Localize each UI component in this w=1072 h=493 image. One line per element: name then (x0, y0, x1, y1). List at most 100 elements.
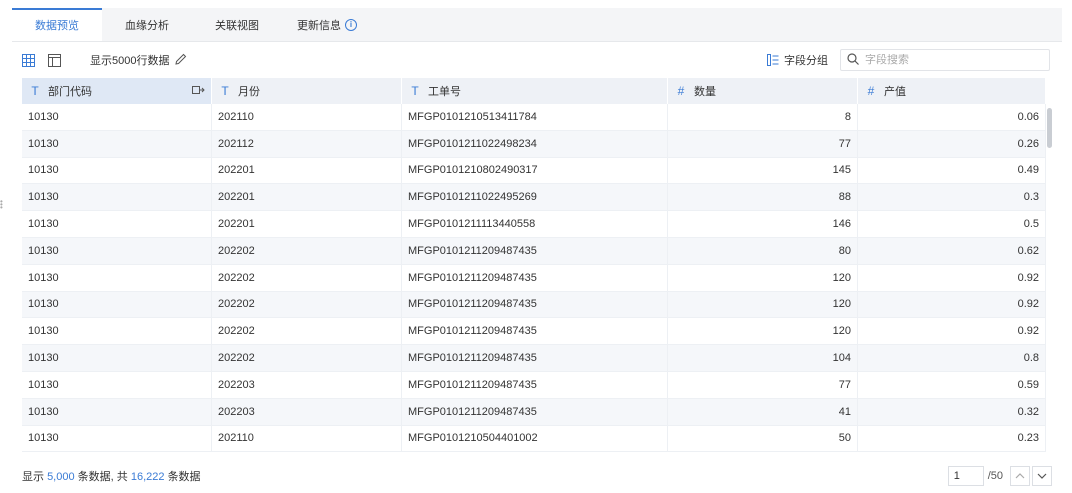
shown-count: 5,000 (47, 471, 75, 483)
cell-work-order: MFGP0101211209487435 (402, 237, 668, 264)
table-row[interactable]: 10130 202203 MFGP0101211209487435 77 0.59 (22, 371, 1046, 399)
drag-handle-icon[interactable]: • • • (0, 198, 3, 212)
table-row[interactable]: 10130 202202 MFGP0101211209487435 120 0.92 (22, 264, 1046, 292)
table-row[interactable]: 10130 202112 MFGP0101211022498234 77 0.26 (22, 130, 1046, 158)
cell-month: 202203 (212, 371, 402, 398)
cell-month: 202202 (212, 264, 402, 291)
scrollbar-thumb[interactable] (1047, 108, 1052, 148)
summary-prefix: 显示 (22, 471, 44, 483)
cell-month: 202202 (212, 318, 402, 345)
cell-month: 202202 (212, 345, 402, 371)
column-header-month[interactable]: T 月份 (212, 78, 402, 104)
field-group-label: 字段分组 (784, 55, 828, 67)
info-icon[interactable]: i (345, 18, 357, 31)
cell-month: 202110 (212, 104, 402, 130)
table-row[interactable]: 10130 202202 MFGP0101211209487435 104 0.8 (22, 345, 1046, 372)
edit-icon[interactable] (175, 53, 187, 68)
cell-work-order: MFGP0101210513411784 (402, 104, 668, 130)
cell-month: 202110 (212, 425, 402, 452)
table-row[interactable]: 10130 202202 MFGP0101211209487435 120 0.92 (22, 318, 1046, 346)
cell-output-value: 0.26 (858, 130, 1046, 157)
text-type-icon: T (411, 84, 419, 98)
vertical-scrollbar[interactable] (1047, 104, 1053, 450)
cell-quantity: 104 (668, 345, 858, 371)
tab-bar: 数据预览 血缘分析 关联视图 更新信息 i (12, 8, 1062, 42)
cell-dept-code: 10130 (22, 264, 212, 291)
cell-dept-code: 10130 (22, 291, 212, 318)
row-count-setting: 显示5000行数据 (90, 52, 187, 68)
cell-quantity: 80 (668, 237, 858, 264)
column-name: 部门代码 (48, 86, 92, 98)
cell-work-order: MFGP0101211022498234 (402, 130, 668, 157)
cell-month: 202203 (212, 398, 402, 425)
tab-lineage-analysis[interactable]: 血缘分析 (102, 8, 192, 41)
layout-view-icon[interactable] (46, 52, 62, 68)
summary-middle: 条数据, 共 (77, 471, 128, 483)
next-page-button[interactable] (1032, 466, 1052, 486)
number-type-icon: # (677, 84, 685, 98)
cell-quantity: 120 (668, 318, 858, 345)
cell-quantity: 145 (668, 157, 858, 184)
cell-output-value: 0.23 (858, 425, 1046, 452)
cell-quantity: 88 (668, 184, 858, 211)
tab-data-preview[interactable]: 数据预览 (12, 8, 102, 41)
search-input[interactable] (865, 54, 1035, 66)
cell-work-order: MFGP0101211209487435 (402, 345, 668, 371)
cell-work-order: MFGP0101211022495269 (402, 184, 668, 211)
search-icon (847, 52, 859, 68)
table-row[interactable]: 10130 202201 MFGP0101211113440558 146 0.5 (22, 211, 1046, 238)
table-row[interactable]: 10130 202201 MFGP0101211022495269 88 0.3 (22, 184, 1046, 212)
data-table: T 部门代码 T 月份 T 工单号 # 数量 # 产值 10130 202110 M… (22, 78, 1046, 453)
cell-work-order: MFGP0101211209487435 (402, 398, 668, 425)
table-row[interactable]: 10130 202203 MFGP0101211209487435 41 0.32 (22, 398, 1046, 426)
page-total: /50 (987, 470, 1003, 482)
cell-month: 202201 (212, 184, 402, 211)
cell-dept-code: 10130 (22, 157, 212, 184)
field-group-button[interactable]: 字段分组 (767, 52, 828, 68)
cell-dept-code: 10130 (22, 104, 212, 130)
cell-dept-code: 10130 (22, 371, 212, 398)
cell-month: 202202 (212, 291, 402, 318)
cell-output-value: 0.8 (858, 345, 1046, 371)
cell-output-value: 0.92 (858, 318, 1046, 345)
pin-column-icon[interactable] (192, 85, 205, 98)
column-header-output-value[interactable]: # 产值 (858, 78, 1046, 104)
cell-output-value: 0.49 (858, 157, 1046, 184)
cell-quantity: 50 (668, 425, 858, 452)
cell-work-order: MFGP0101211209487435 (402, 264, 668, 291)
cell-dept-code: 10130 (22, 398, 212, 425)
cell-output-value: 0.92 (858, 264, 1046, 291)
table-row[interactable]: 10130 202110 MFGP0101210504401002 50 0.23 (22, 425, 1046, 453)
cell-quantity: 77 (668, 371, 858, 398)
tab-relation-view[interactable]: 关联视图 (192, 8, 282, 41)
cell-output-value: 0.59 (858, 371, 1046, 398)
tab-label: 数据预览 (35, 19, 79, 32)
cell-dept-code: 10130 (22, 211, 212, 237)
cell-output-value: 0.62 (858, 237, 1046, 264)
cell-quantity: 77 (668, 130, 858, 157)
column-name: 月份 (238, 86, 260, 98)
table-row[interactable]: 10130 202201 MFGP0101210802490317 145 0.49 (22, 157, 1046, 185)
previous-page-button[interactable] (1010, 466, 1030, 486)
tab-label: 更新信息 (297, 19, 341, 32)
number-type-icon: # (867, 84, 875, 98)
cell-dept-code: 10130 (22, 184, 212, 211)
cell-work-order: MFGP0101210504401002 (402, 425, 668, 452)
table-row[interactable]: 10130 202202 MFGP0101211209487435 120 0.92 (22, 291, 1046, 319)
column-name: 产值 (884, 86, 906, 98)
grid-view-icon[interactable] (20, 52, 36, 68)
column-name: 工单号 (428, 86, 461, 98)
column-header-dept-code[interactable]: T 部门代码 (22, 78, 212, 104)
column-header-work-order[interactable]: T 工单号 (402, 78, 668, 104)
page-number-input[interactable] (947, 466, 984, 486)
table-row[interactable]: 10130 202202 MFGP0101211209487435 80 0.62 (22, 237, 1046, 265)
tab-label: 血缘分析 (125, 19, 169, 32)
cell-dept-code: 10130 (22, 425, 212, 452)
table-row[interactable]: 10130 202110 MFGP0101210513411784 8 0.06 (22, 104, 1046, 131)
cell-work-order: MFGP0101211209487435 (402, 291, 668, 318)
cell-output-value: 0.5 (858, 211, 1046, 237)
cell-work-order: MFGP0101211209487435 (402, 371, 668, 398)
cell-month: 202112 (212, 130, 402, 157)
column-header-quantity[interactable]: # 数量 (668, 78, 858, 104)
tab-update-info[interactable]: 更新信息 i (282, 8, 372, 41)
